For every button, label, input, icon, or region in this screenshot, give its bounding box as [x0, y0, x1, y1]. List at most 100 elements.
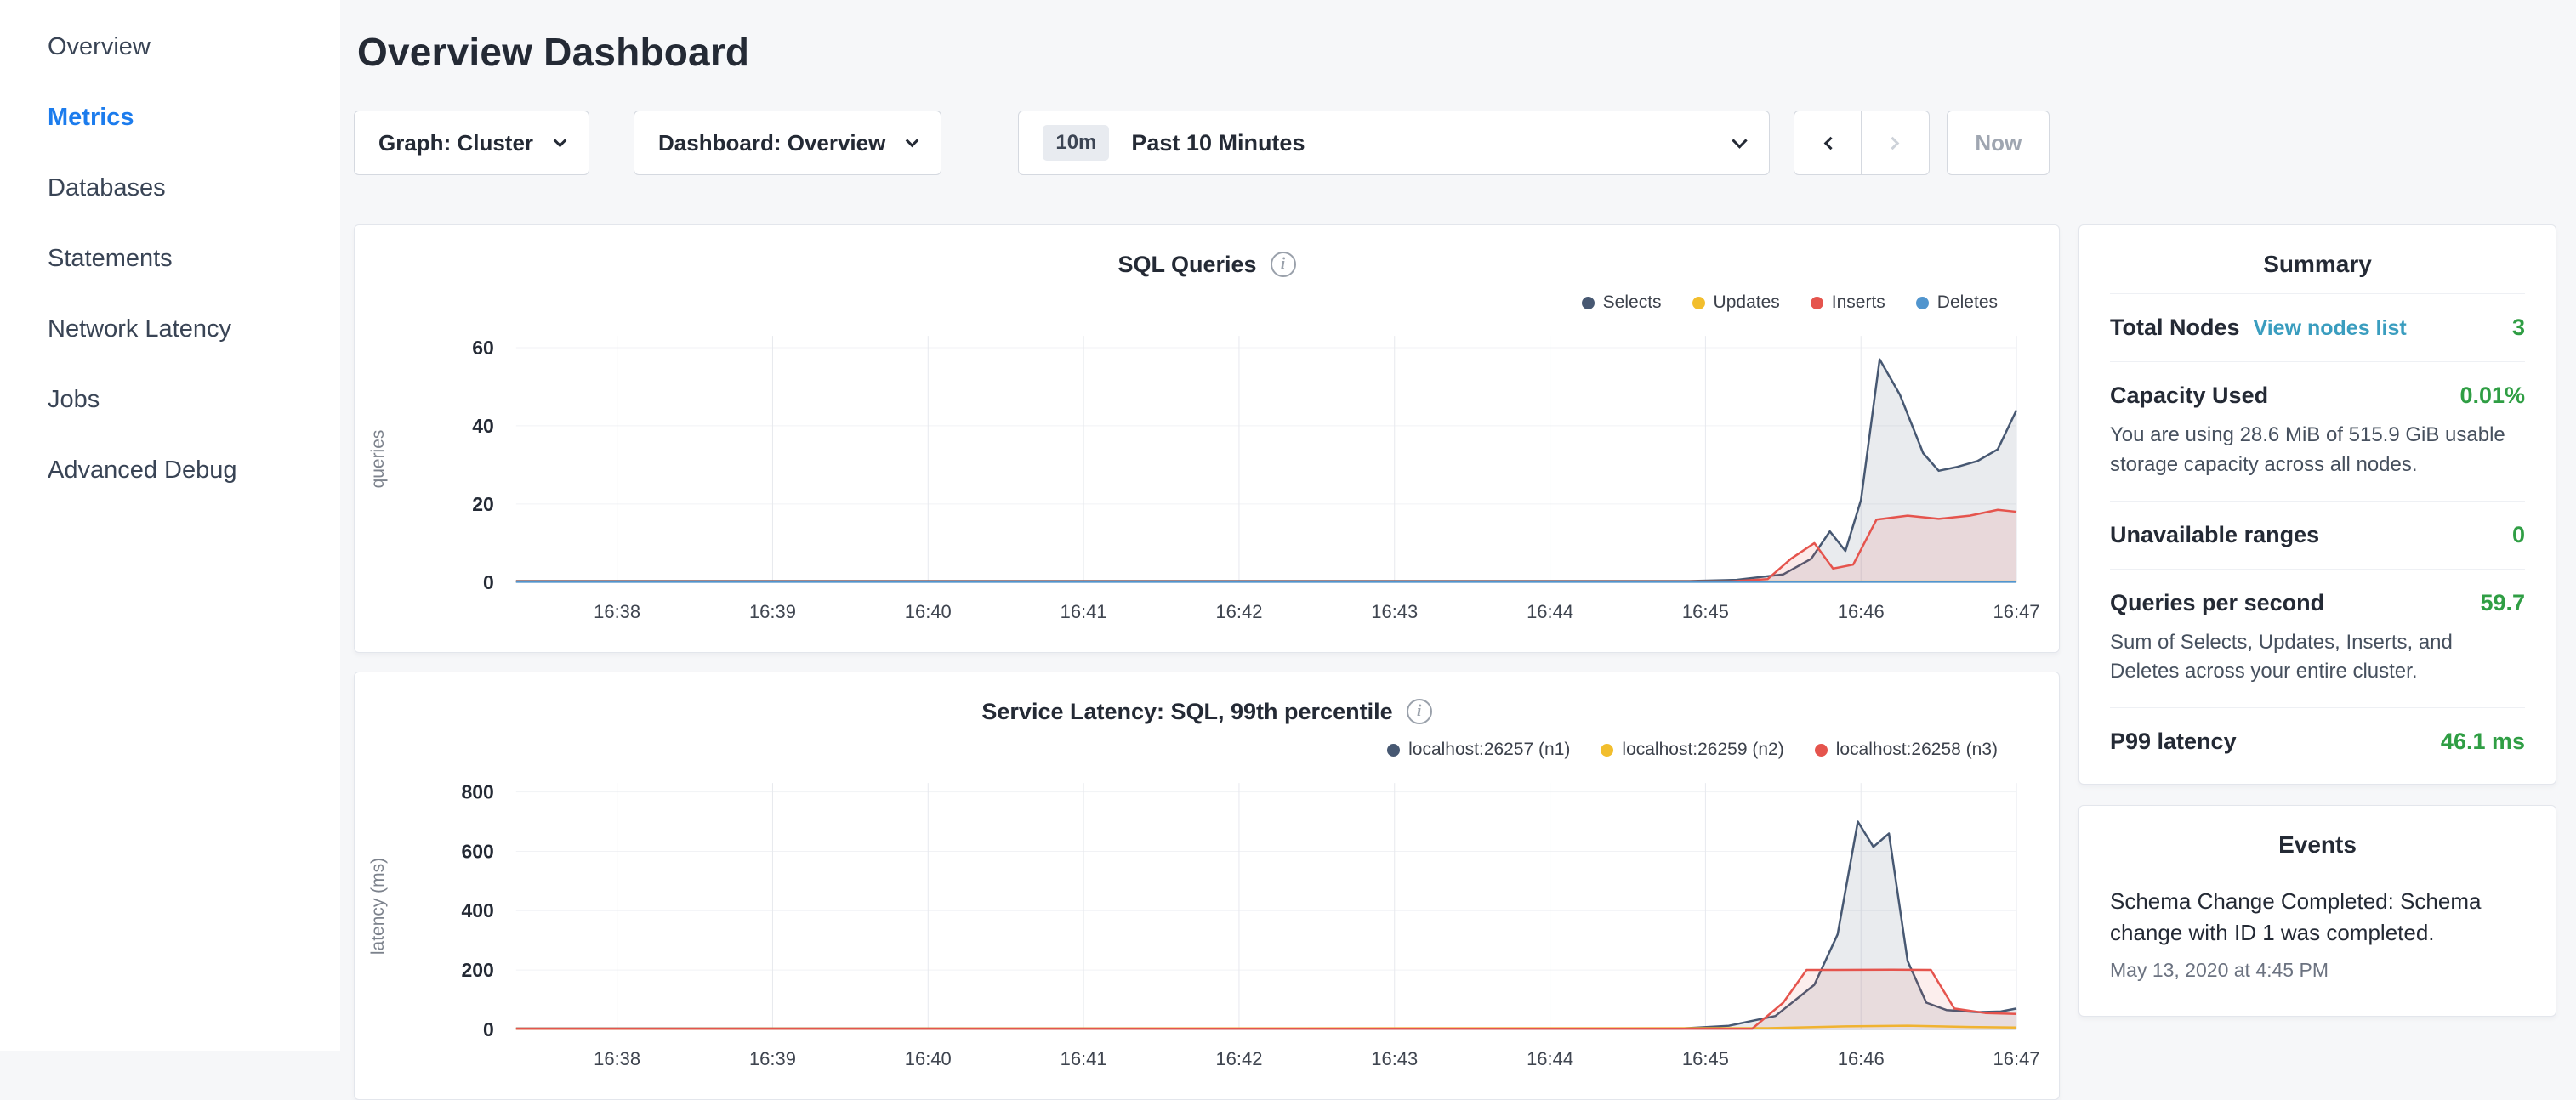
sidebar-item-overview[interactable]: Overview: [0, 12, 340, 82]
svg-text:16:40: 16:40: [905, 601, 952, 622]
summary-value: 59.7: [2480, 590, 2525, 616]
svg-text:16:43: 16:43: [1371, 601, 1418, 622]
legend-label: localhost:26257 (n1): [1408, 740, 1570, 760]
chart-title-row: Service Latency: SQL, 99th percentile i: [355, 696, 2059, 727]
sql-queries-chart[interactable]: 020406016:3816:3916:4016:4116:4216:4316:…: [355, 324, 2059, 637]
sql-queries-chart-panel: SQL Queries i Selects Updates Inserts Delet…: [354, 224, 2060, 653]
legend-label: Inserts: [1832, 292, 1885, 313]
svg-text:16:46: 16:46: [1838, 1048, 1885, 1069]
svg-text:400: 400: [462, 899, 494, 921]
events-panel: Events Schema Change Completed: Schema c…: [2078, 805, 2556, 1017]
legend-dot-icon: [1601, 744, 1613, 757]
legend-label: localhost:26259 (n2): [1622, 740, 1783, 760]
sidebar-item-network-latency[interactable]: Network Latency: [0, 294, 340, 365]
info-icon[interactable]: i: [1407, 699, 1432, 724]
legend-item[interactable]: localhost:26259 (n2): [1601, 739, 1783, 761]
summary-label: Queries per second: [2110, 590, 2324, 616]
summary-value: 0: [2512, 522, 2525, 548]
legend-item[interactable]: Selects: [1582, 292, 1662, 314]
sidebar-item-advanced-debug[interactable]: Advanced Debug: [0, 435, 340, 506]
legend-label: Deletes: [1937, 292, 1998, 313]
svg-text:16:46: 16:46: [1838, 601, 1885, 622]
chart-legend: localhost:26257 (n1) localhost:26259 (n2)…: [355, 739, 2059, 761]
legend-item[interactable]: localhost:26257 (n1): [1387, 739, 1570, 761]
service-latency-chart[interactable]: 020040060080016:3816:3916:4016:4116:4216…: [355, 771, 2059, 1084]
right-column: Summary Total NodesView nodes list 3 Cap…: [2078, 224, 2556, 1017]
legend-dot-icon: [1387, 744, 1400, 757]
svg-text:40: 40: [472, 415, 494, 437]
svg-text:16:42: 16:42: [1215, 1048, 1262, 1069]
main-content: Overview Dashboard Graph: Cluster Dashbo…: [340, 0, 2576, 1051]
event-timestamp: May 13, 2020 at 4:45 PM: [2110, 959, 2525, 982]
legend-item[interactable]: Deletes: [1916, 292, 1998, 314]
summary-description: Sum of Selects, Updates, Inserts, and De…: [2110, 628, 2525, 688]
summary-label-text: Total Nodes: [2110, 315, 2240, 340]
chevron-down-icon: [906, 133, 919, 147]
controls-bar: Graph: Cluster Dashboard: Overview 10m P…: [354, 111, 2556, 175]
svg-text:16:41: 16:41: [1061, 601, 1107, 622]
sidebar-item-metrics[interactable]: Metrics: [0, 82, 340, 153]
legend-dot-icon: [1811, 297, 1823, 309]
summary-row-capacity-used: Capacity Used 0.01% You are using 28.6 M…: [2110, 361, 2525, 501]
time-nav-group: [1794, 111, 1930, 175]
legend-item[interactable]: Inserts: [1811, 292, 1885, 314]
summary-value: 3: [2512, 315, 2525, 341]
service-latency-chart-panel: Service Latency: SQL, 99th percentile i …: [354, 672, 2060, 1100]
legend-label: Selects: [1603, 292, 1662, 313]
view-nodes-link[interactable]: View nodes list: [2254, 316, 2407, 340]
sidebar-item-jobs[interactable]: Jobs: [0, 365, 340, 435]
summary-row-p99-latency: P99 latency 46.1 ms: [2110, 707, 2525, 775]
svg-text:16:40: 16:40: [905, 1048, 952, 1069]
sidebar: Overview Metrics Databases Statements Ne…: [0, 0, 340, 1051]
prev-time-button[interactable]: [1794, 111, 1862, 175]
svg-text:16:44: 16:44: [1527, 601, 1573, 622]
svg-text:16:45: 16:45: [1682, 601, 1729, 622]
dashboard-label: Dashboard: Overview: [658, 130, 885, 156]
graph-scope-label: Graph: Cluster: [378, 130, 533, 156]
legend-label: localhost:26258 (n3): [1836, 740, 1998, 760]
chart-title-row: SQL Queries i: [355, 249, 2059, 280]
event-item: Schema Change Completed: Schema change w…: [2110, 886, 2525, 982]
summary-label: P99 latency: [2110, 729, 2237, 755]
legend-item[interactable]: Updates: [1692, 292, 1780, 314]
graph-scope-dropdown[interactable]: Graph: Cluster: [354, 111, 589, 175]
summary-row-queries-per-second: Queries per second 59.7 Sum of Selects, …: [2110, 569, 2525, 708]
summary-description: You are using 28.6 MiB of 515.9 GiB usab…: [2110, 421, 2525, 480]
legend-item[interactable]: localhost:26258 (n3): [1815, 739, 1998, 761]
summary-value: 0.01%: [2459, 383, 2525, 409]
chevron-right-icon: [1886, 136, 1900, 150]
summary-panel: Summary Total NodesView nodes list 3 Cap…: [2078, 224, 2556, 785]
sidebar-item-statements[interactable]: Statements: [0, 224, 340, 294]
svg-text:800: 800: [462, 781, 494, 803]
svg-text:16:38: 16:38: [594, 1048, 640, 1069]
page-title: Overview Dashboard: [357, 29, 2556, 75]
svg-text:16:41: 16:41: [1061, 1048, 1107, 1069]
chevron-left-icon: [1824, 136, 1838, 150]
now-button[interactable]: Now: [1947, 111, 2050, 175]
svg-text:200: 200: [462, 959, 494, 981]
svg-text:16:47: 16:47: [1993, 1048, 2040, 1069]
event-text: Schema Change Completed: Schema change w…: [2110, 886, 2525, 949]
sidebar-item-databases[interactable]: Databases: [0, 153, 340, 224]
svg-text:0: 0: [483, 1018, 494, 1040]
time-window-label: Past 10 Minutes: [1131, 130, 1305, 156]
info-icon[interactable]: i: [1271, 252, 1296, 277]
svg-text:16:45: 16:45: [1682, 1048, 1729, 1069]
svg-text:latency (ms): latency (ms): [368, 858, 388, 955]
summary-row-total-nodes: Total Nodes View nodes list 3: [2110, 293, 2525, 361]
svg-text:16:47: 16:47: [1993, 601, 2040, 622]
chevron-down-icon: [554, 133, 567, 147]
svg-text:16:39: 16:39: [749, 1048, 796, 1069]
chart-title: Service Latency: SQL, 99th percentile: [981, 699, 1392, 725]
summary-label: Capacity Used: [2110, 383, 2268, 409]
legend-dot-icon: [1916, 297, 1929, 309]
time-range-picker[interactable]: 10m Past 10 Minutes: [1018, 111, 1770, 175]
dashboard-dropdown[interactable]: Dashboard: Overview: [634, 111, 941, 175]
svg-text:20: 20: [472, 493, 494, 515]
next-time-button[interactable]: [1862, 111, 1930, 175]
svg-text:queries: queries: [368, 430, 388, 489]
legend-dot-icon: [1692, 297, 1705, 309]
svg-text:16:38: 16:38: [594, 601, 640, 622]
summary-value: 46.1 ms: [2441, 729, 2525, 755]
legend-dot-icon: [1582, 297, 1595, 309]
